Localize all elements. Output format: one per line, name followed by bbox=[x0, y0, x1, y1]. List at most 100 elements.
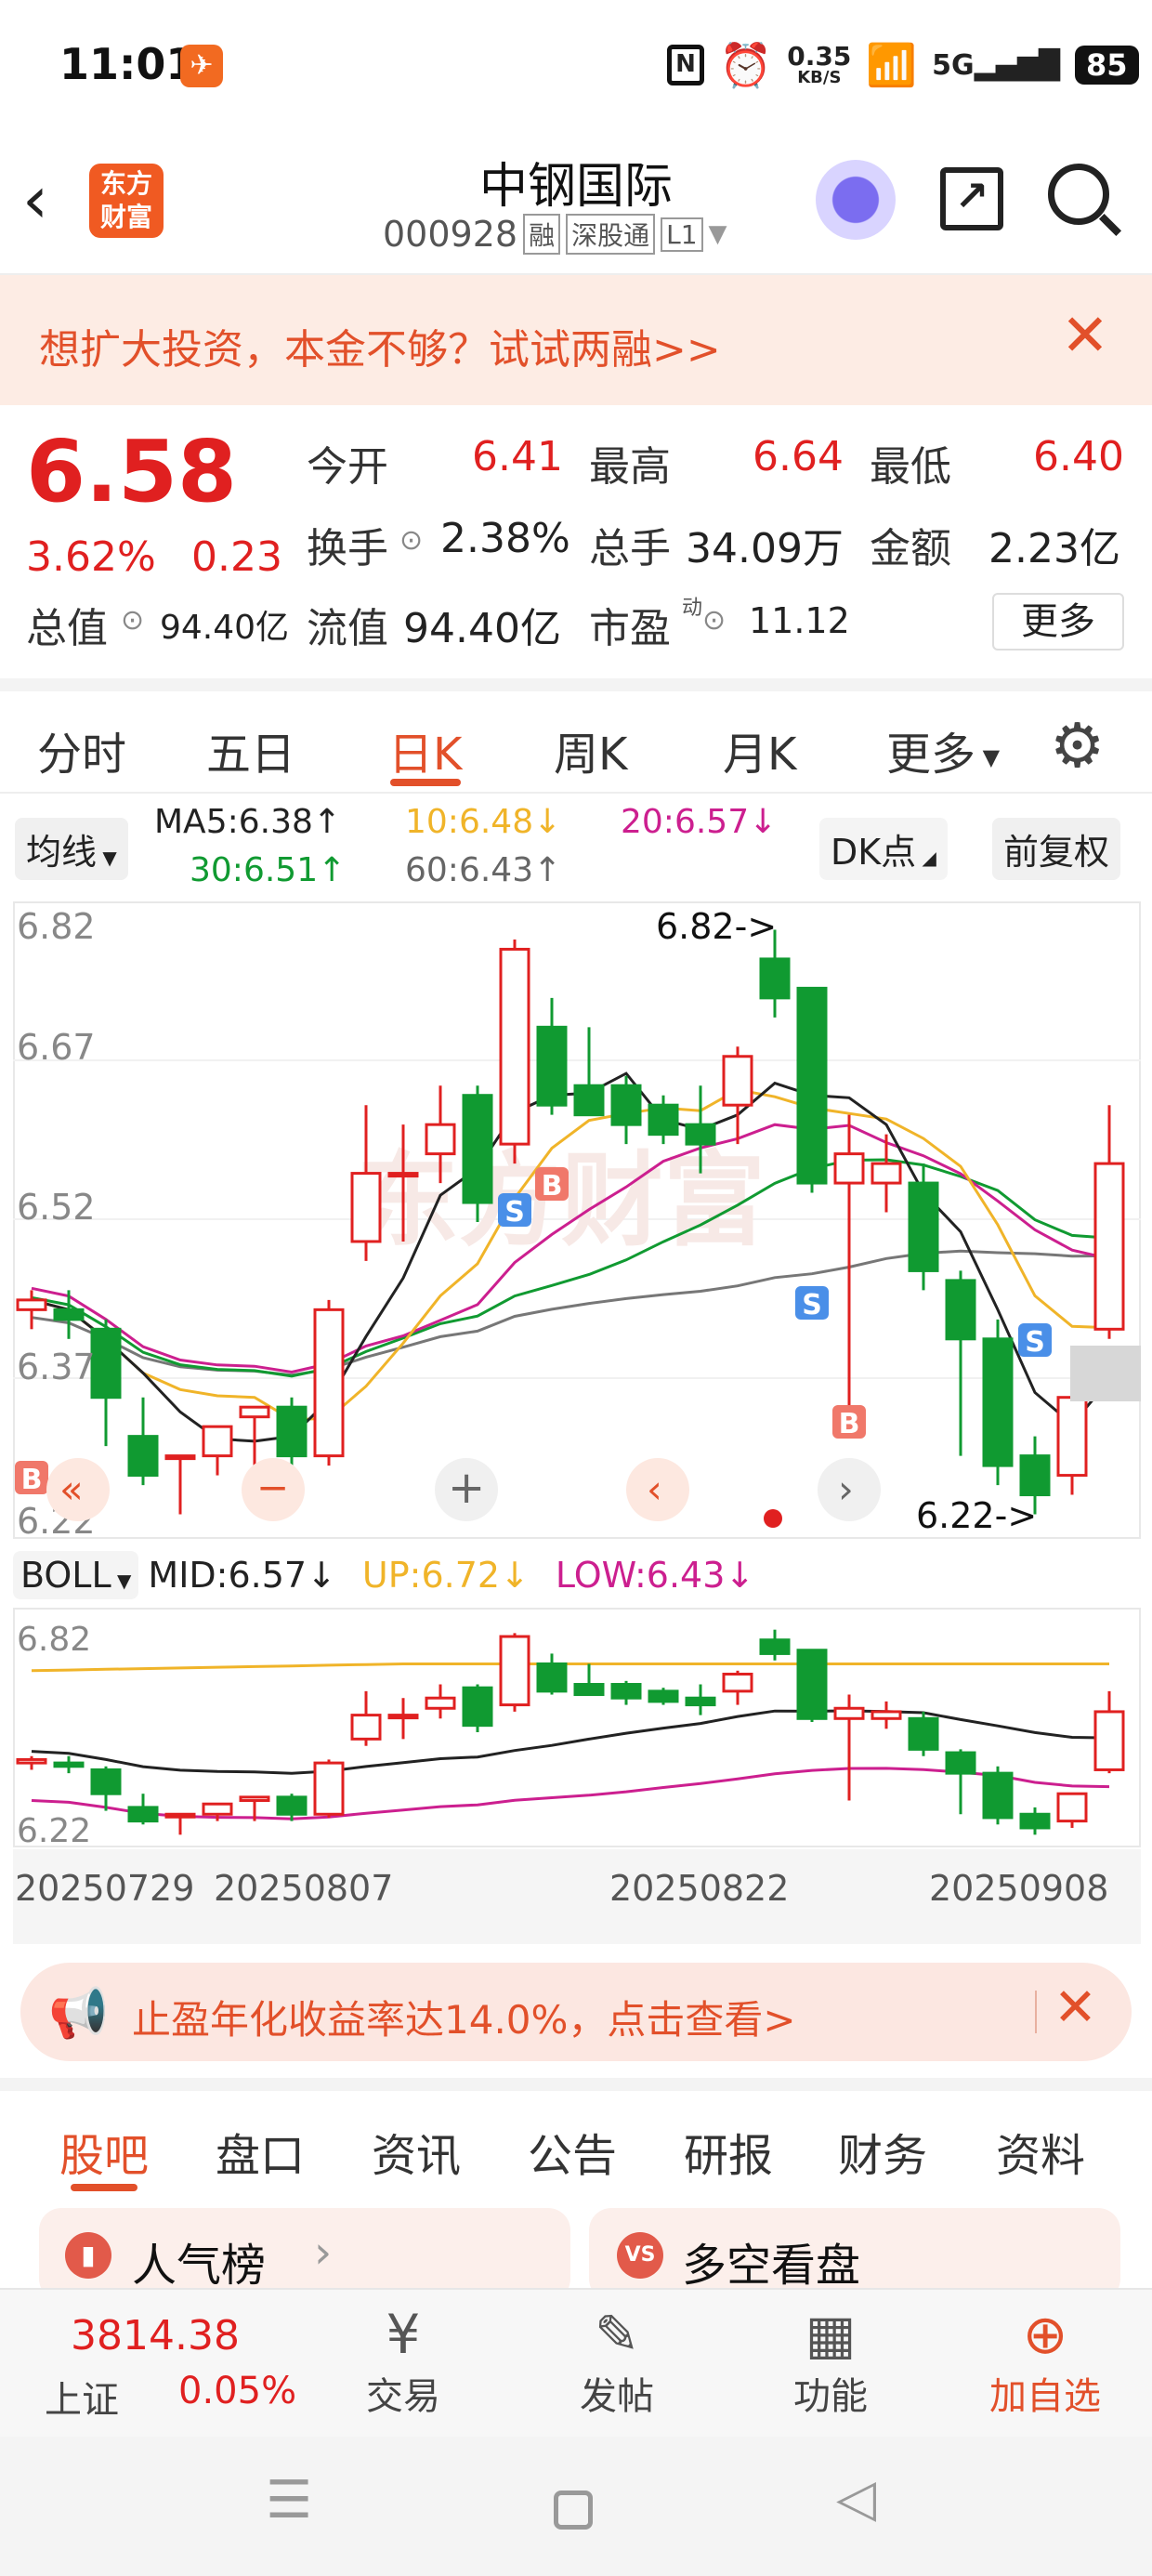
candle-body bbox=[536, 1025, 568, 1107]
close-icon[interactable]: ✕ bbox=[1054, 1978, 1097, 2038]
last-price: 6.58 bbox=[26, 422, 237, 521]
edit-icon: ✎ bbox=[594, 2303, 640, 2366]
info-icon[interactable]: ⊙ bbox=[121, 604, 144, 637]
candle-body bbox=[425, 1123, 456, 1156]
candle-body bbox=[945, 1279, 976, 1341]
candle-body bbox=[722, 1055, 753, 1107]
chart-nav-right[interactable]: › bbox=[818, 1458, 881, 1521]
tab-profile[interactable]: 资料 bbox=[996, 2119, 1085, 2184]
status-icons: N ⏰ 0.35 KB/S 📶 5G▂▄▆█ 85 bbox=[667, 37, 1139, 93]
tab-forum[interactable]: 股吧 bbox=[59, 2119, 149, 2184]
float-label: 流值 bbox=[307, 605, 388, 652]
add-watchlist-button[interactable]: ⊕ 加自选 bbox=[966, 2303, 1124, 2420]
tab-research[interactable]: 研报 bbox=[684, 2119, 773, 2184]
tab-order-book[interactable]: 盘口 bbox=[216, 2119, 305, 2184]
caret-down-icon: ▼ bbox=[97, 847, 117, 869]
volume-value: 34.09万 bbox=[686, 525, 844, 572]
date-label: 20250908 bbox=[929, 1868, 1109, 1909]
search-icon[interactable] bbox=[1048, 164, 1109, 225]
bull-bear-title: 多空看盘 bbox=[682, 2240, 861, 2292]
close-icon[interactable]: ✕ bbox=[1061, 301, 1109, 369]
margin-banner[interactable]: 想扩大投资，本金不够？试试两融>> ✕ bbox=[0, 275, 1152, 405]
add-circle-icon: ⊕ bbox=[1022, 2303, 1068, 2366]
candle-body bbox=[1019, 1812, 1051, 1830]
notification-app-icon: ✈ bbox=[180, 45, 223, 87]
candle-body bbox=[759, 957, 791, 1000]
date-label: 20250807 bbox=[214, 1868, 394, 1909]
megaphone-icon: 📢 bbox=[48, 1986, 109, 2042]
signal-letter: S bbox=[504, 1196, 525, 1229]
svg-text:+: + bbox=[448, 1462, 485, 1514]
menu-icon[interactable]: ☰ bbox=[266, 2470, 312, 2530]
candle-body bbox=[313, 1308, 345, 1458]
info-icon[interactable]: ⊙ bbox=[399, 524, 423, 557]
boll-selector[interactable]: BOLL ▼ bbox=[13, 1551, 139, 1599]
robot-assistant-icon[interactable] bbox=[816, 160, 896, 240]
popularity-title: 人气榜 bbox=[132, 2240, 267, 2292]
kline-chart[interactable]: 东方财富 BSBSBS 6.82 6.67 6.52 6.37 6.22 6.8… bbox=[13, 901, 1141, 1541]
functions-button[interactable]: ▦ 功能 bbox=[775, 2303, 886, 2420]
more-button[interactable]: 更多 bbox=[992, 593, 1124, 651]
post-button[interactable]: ✎ 发帖 bbox=[561, 2303, 673, 2420]
share-icon[interactable]: ↗ bbox=[940, 167, 1003, 230]
stock-code: 000928 bbox=[383, 214, 518, 255]
candle-body bbox=[1093, 1162, 1125, 1331]
tab-more[interactable]: 更多 ▼ bbox=[886, 717, 1000, 782]
bull-bear-card[interactable]: VS 多空看盘 bbox=[589, 2208, 1120, 2301]
trade-button[interactable]: ¥ 交易 bbox=[347, 2303, 459, 2420]
candle-body bbox=[908, 1716, 939, 1751]
candle-body bbox=[722, 1672, 753, 1693]
tab-weekly-k[interactable]: 周K bbox=[554, 717, 627, 782]
tab-intraday[interactable]: 分时 bbox=[37, 717, 126, 782]
boll-mid: MID:6.57↓ bbox=[148, 1555, 336, 1596]
chart-nav-double-left[interactable]: « bbox=[46, 1458, 110, 1521]
float-value: 94.40亿 bbox=[403, 605, 561, 652]
candle-body bbox=[833, 1706, 865, 1720]
tab-daily-k[interactable]: 日K bbox=[388, 717, 462, 782]
candle-body bbox=[387, 1172, 419, 1178]
candle-body bbox=[908, 1181, 939, 1272]
svg-text:«: « bbox=[59, 1466, 84, 1512]
candle-body bbox=[499, 947, 530, 1146]
index-value[interactable]: 3814.38 bbox=[71, 2312, 240, 2359]
status-time: 11:01 bbox=[59, 39, 196, 89]
candle-body bbox=[1019, 1454, 1051, 1497]
info-icon[interactable]: ⊙ bbox=[702, 604, 726, 637]
svg-text:−: − bbox=[256, 1465, 289, 1510]
caret-down-icon: ▼ bbox=[975, 744, 1001, 770]
home-square-icon[interactable] bbox=[554, 2491, 593, 2530]
turnover-label: 换手 bbox=[307, 525, 388, 572]
dk-point-button[interactable]: DK点 ◢ bbox=[819, 818, 948, 880]
tab-monthly-k[interactable]: 月K bbox=[723, 717, 796, 782]
tab-finance[interactable]: 财务 bbox=[838, 2119, 927, 2184]
signal-buy: B bbox=[15, 1461, 48, 1496]
candle-body bbox=[16, 1298, 47, 1311]
chart-zoom-in[interactable]: + bbox=[435, 1458, 498, 1521]
wifi-icon: 📶 bbox=[866, 42, 918, 89]
promo-banner[interactable]: 📢 止盈年化收益率达14.0%，点击查看> ✕ bbox=[20, 1963, 1132, 2061]
back-triangle-icon[interactable]: ◁ bbox=[836, 2468, 876, 2529]
boll-chart[interactable]: 6.82 6.22 bbox=[13, 1608, 1141, 1847]
tab-five-day[interactable]: 五日 bbox=[206, 717, 295, 782]
boll-y-top: 6.82 bbox=[17, 1621, 91, 1659]
chart-zoom-out[interactable]: − bbox=[242, 1458, 305, 1521]
adjust-mode-button[interactable]: 前复权 bbox=[992, 818, 1121, 880]
stock-code-row[interactable]: 000928 融 深股通 L1 ▼ bbox=[383, 214, 727, 255]
y-tick-6.67: 6.67 bbox=[17, 1027, 96, 1068]
ma-legend: 均线 ▼ MA5:6.38↑ 10:6.48↓ 20:6.57↓ 30:6.51… bbox=[0, 794, 1152, 898]
ma5-value: MA5:6.38↑ bbox=[154, 803, 342, 841]
promo-text: 止盈年化收益率达14.0%，点击查看> bbox=[132, 1997, 796, 2043]
tab-news[interactable]: 资讯 bbox=[372, 2119, 461, 2184]
boll-low: LOW:6.43↓ bbox=[555, 1555, 755, 1596]
settings-gear-icon[interactable]: ⚙ bbox=[1050, 710, 1105, 782]
system-nav-bar: ☰ ◁ bbox=[0, 2437, 1152, 2576]
change-percent: 3.62% bbox=[26, 533, 156, 581]
amount-label: 金额 bbox=[870, 525, 951, 572]
tab-announcements[interactable]: 公告 bbox=[528, 2119, 617, 2184]
ma-selector[interactable]: 均线 ▼ bbox=[15, 818, 128, 880]
popularity-card[interactable]: ▮ 人气榜 › bbox=[39, 2208, 570, 2301]
candle-body bbox=[164, 1454, 196, 1461]
banner-text: 想扩大投资，本金不够？试试两融>> bbox=[39, 326, 721, 374]
chart-nav-left[interactable]: ‹ bbox=[626, 1458, 689, 1521]
index-name: 上证 bbox=[45, 2379, 119, 2422]
